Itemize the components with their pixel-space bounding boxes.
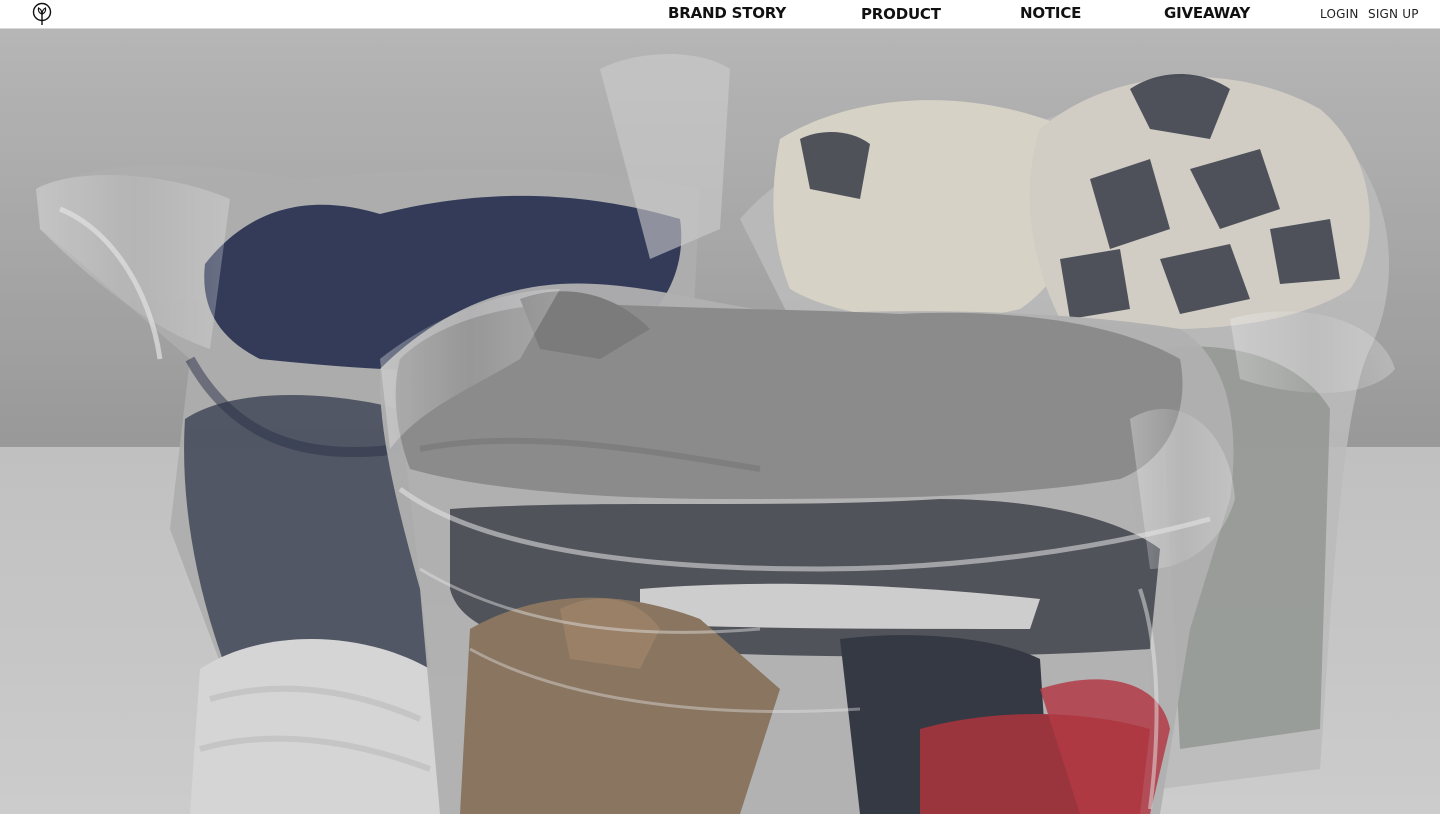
nav-product[interactable]: PRODUCT bbox=[861, 5, 941, 23]
nav-notice[interactable]: NOTICE bbox=[1020, 4, 1081, 22]
login-link[interactable]: LOGIN bbox=[1320, 7, 1359, 21]
sign-up-link[interactable]: SIGN UP bbox=[1368, 7, 1419, 21]
hero-banner bbox=[0, 29, 1440, 814]
top-header: BRAND STORY PRODUCT NOTICE GIVEAWAY LOGI… bbox=[0, 0, 1440, 29]
hero-photo bbox=[0, 29, 1440, 814]
nav-brand-story[interactable]: BRAND STORY bbox=[668, 4, 786, 22]
tree-logo-icon[interactable] bbox=[31, 2, 55, 26]
nav-giveaway[interactable]: GIVEAWAY bbox=[1164, 4, 1250, 22]
